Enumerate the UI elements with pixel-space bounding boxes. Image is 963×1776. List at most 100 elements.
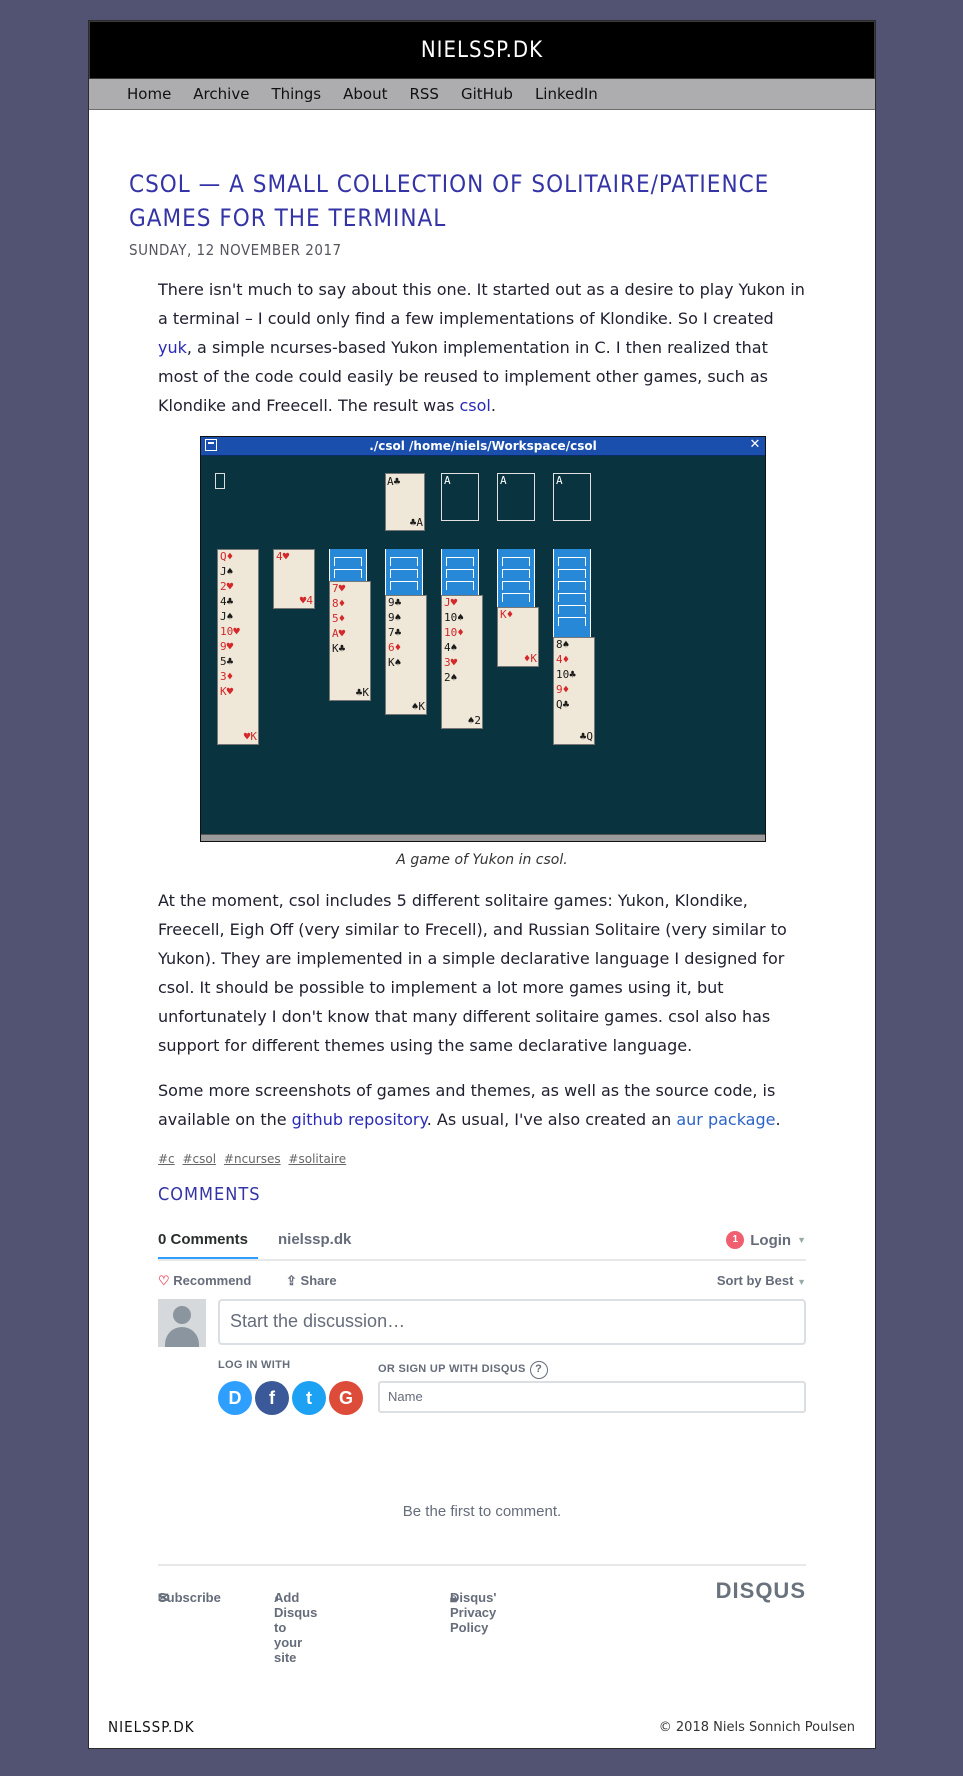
facebook-login-icon[interactable]: f: [255, 1381, 289, 1415]
notification-badge: 1: [726, 1231, 745, 1249]
screenshot-figure: ./csol /home/niels/Workspace/csol ✕ A♣ ♣…: [158, 436, 806, 868]
card-label: J♠: [220, 610, 234, 623]
window-menu-icon[interactable]: [205, 439, 217, 451]
card-label: J♠: [220, 565, 234, 578]
empty-state: Be the first to comment.: [402, 1503, 562, 1520]
card-label: K♣: [332, 642, 346, 655]
tableau-column-4[interactable]: 9♣ 9♠ 7♣ 6♦ K♠ ♠K: [385, 595, 427, 715]
card-label: 10♣: [556, 668, 576, 681]
github-repository-link[interactable]: github repository: [292, 1110, 427, 1129]
yuk-link[interactable]: yuk: [158, 338, 187, 357]
terminal-scrollbar[interactable]: [201, 834, 765, 841]
tag-list: #c #csol #ncurses #solitaire: [158, 1152, 806, 1166]
card-label: 7♥: [332, 582, 346, 595]
nav-things[interactable]: Things: [271, 85, 321, 103]
foundation-card[interactable]: A♣ ♣A: [385, 473, 425, 531]
add-disqus-label: Add Disqus to your site: [274, 1590, 318, 1665]
nav-about[interactable]: About: [343, 85, 387, 103]
login-menu[interactable]: 1 Login ▼: [726, 1231, 806, 1249]
site-title[interactable]: NIELSSP.DK: [421, 38, 543, 63]
face-down-cards: [497, 549, 535, 607]
sort-label: Sort by Best: [716, 1273, 794, 1288]
card-label: ♠2: [467, 714, 481, 727]
site-footer: NIELSSP.DK © 2018 Niels Sonnich Poulsen: [89, 1706, 875, 1748]
copyright: © 2018 Niels Sonnich Poulsen: [658, 1719, 855, 1735]
card-label: ♣K: [355, 686, 369, 699]
foundation-slot[interactable]: A: [497, 473, 535, 521]
nav-home[interactable]: Home: [127, 85, 171, 103]
disqus-footer: ✉ Subscribe ◐ Add Disqus to your site 🔒︎…: [158, 1564, 806, 1665]
terminal-window: ./csol /home/niels/Workspace/csol ✕ A♣ ♣…: [200, 436, 766, 842]
nav-linkedin[interactable]: LinkedIn: [535, 85, 598, 103]
text: .: [490, 396, 496, 415]
nav-archive[interactable]: Archive: [193, 85, 249, 103]
login-label: Login: [750, 1231, 792, 1249]
tab-comments[interactable]: 0 Comments: [158, 1231, 259, 1259]
card-label: 3♥: [444, 656, 458, 669]
tableau-column-2[interactable]: 4♥ ♥4: [273, 549, 315, 609]
chevron-down-icon: ▼: [797, 1235, 806, 1245]
tableau-column-5[interactable]: J♥ 10♠ 10♦ 4♠ 3♥ 2♠ ♠2: [441, 595, 483, 729]
tableau-column-3[interactable]: 7♥ 8♦ 5♦ A♥ K♣ ♣K: [329, 581, 371, 701]
nav-rss[interactable]: RSS: [409, 85, 438, 103]
text: .: [775, 1110, 781, 1129]
footer-title[interactable]: NIELSSP.DK: [108, 1718, 195, 1736]
card-label: 5♦: [332, 612, 346, 625]
card-label: ♦K: [523, 652, 537, 665]
disqus-actions: ♡ Recommend ⇪ Share Sort by Best ▼: [158, 1261, 806, 1299]
disqus-logo[interactable]: DISQUS: [716, 1578, 806, 1604]
card-label: 10♥: [220, 625, 240, 638]
comment-composer: Start the discussion…: [158, 1299, 806, 1351]
article: CSOL — A SMALL COLLECTION OF SOLITAIRE/P…: [129, 167, 829, 1665]
heart-icon: ♡: [158, 1273, 170, 1288]
share-button[interactable]: ⇪ Share: [286, 1273, 337, 1289]
comments-heading: COMMENTS: [158, 1184, 261, 1205]
chevron-down-icon: ▼: [797, 1277, 806, 1287]
foundation-slot[interactable]: A: [441, 473, 479, 521]
card-label: 9♦: [556, 683, 570, 696]
post-title: CSOL — A SMALL COLLECTION OF SOLITAIRE/P…: [129, 170, 770, 232]
tag-c[interactable]: #c: [158, 1152, 175, 1166]
card-label: J♥: [444, 596, 458, 609]
card-label: 10♦: [444, 626, 464, 639]
share-label: Share: [300, 1273, 337, 1288]
twitter-login-icon[interactable]: t: [292, 1381, 326, 1415]
aur-package-link[interactable]: aur package: [676, 1110, 775, 1129]
tab-community[interactable]: nielssp.dk: [278, 1231, 351, 1248]
card-label: 9♠: [388, 611, 402, 624]
sort-dropdown[interactable]: Sort by Best ▼: [717, 1273, 806, 1288]
privacy-label: Disqus' Privacy Policy: [450, 1590, 497, 1635]
login-options: LOG IN WITH D f t G OR SIGN UP WITH DISQ…: [158, 1357, 806, 1439]
disqus-tabs: 0 Comments nielssp.dk 1 Login ▼: [158, 1223, 806, 1261]
card-label: 7♣: [388, 626, 402, 639]
terminal-titlebar: ./csol /home/niels/Workspace/csol ✕: [201, 437, 765, 456]
foundation-slot[interactable]: A: [553, 473, 591, 521]
help-icon[interactable]: ?: [529, 1361, 548, 1379]
card-label: 4♦: [556, 653, 570, 666]
log-in-with-label: LOG IN WITH: [218, 1359, 291, 1371]
card-label: K♥: [220, 685, 234, 698]
tag-csol[interactable]: #csol: [182, 1152, 216, 1166]
card-label: Q♦: [220, 550, 234, 563]
sign-up-text: OR SIGN UP WITH DISQUS: [378, 1363, 526, 1375]
nav-github[interactable]: GitHub: [461, 85, 513, 103]
tableau-column-7[interactable]: 8♠ 4♦ 10♣ 9♦ Q♣ ♣Q: [553, 637, 595, 745]
post-date: SUNDAY, 12 NOVEMBER 2017: [129, 241, 342, 259]
card-label: 4♥: [276, 550, 290, 563]
name-field[interactable]: Name: [378, 1381, 806, 1413]
tag-ncurses[interactable]: #ncurses: [224, 1152, 281, 1166]
tableau-column-1[interactable]: Q♦ J♠ 2♥ 4♣ J♠ 10♥ 9♥ 5♣ 3♦ K♥ ♥K: [217, 549, 259, 745]
card-label: ♣A: [409, 516, 423, 529]
close-icon[interactable]: ✕: [749, 438, 761, 451]
recommend-button[interactable]: ♡ Recommend: [158, 1273, 251, 1289]
tableau-column-6[interactable]: K♦ ♦K: [497, 607, 539, 667]
terminal-title: ./csol /home/niels/Workspace/csol: [369, 439, 597, 453]
comment-input[interactable]: Start the discussion…: [218, 1299, 806, 1345]
csol-link[interactable]: csol: [459, 396, 490, 415]
google-login-icon[interactable]: G: [329, 1381, 363, 1415]
avatar: [158, 1299, 206, 1347]
tag-solitaire[interactable]: #solitaire: [288, 1152, 346, 1166]
paragraph-intro: There isn't much to say about this one. …: [158, 275, 806, 420]
paragraph-games: At the moment, csol includes 5 different…: [158, 891, 787, 1055]
disqus-login-icon[interactable]: D: [218, 1381, 252, 1415]
